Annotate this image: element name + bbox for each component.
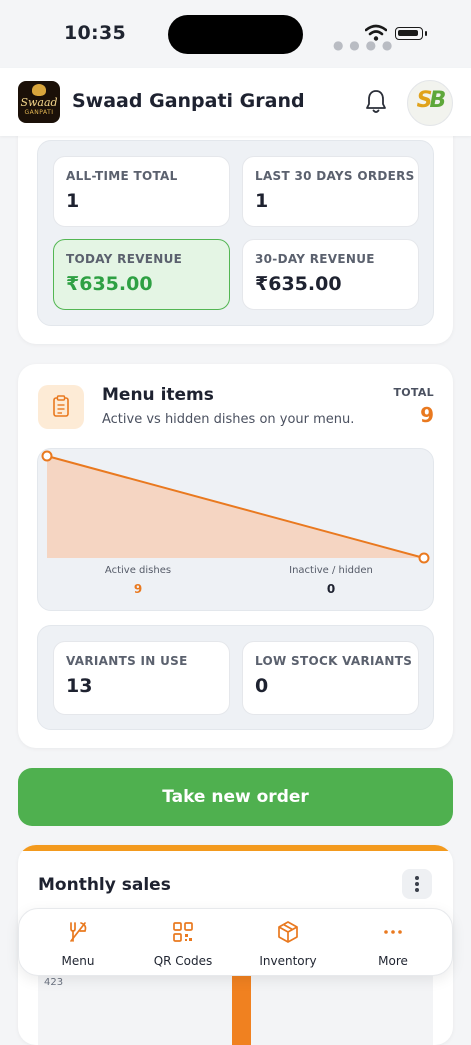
nav-label: Inventory: [259, 954, 317, 968]
stat-30-day-revenue: 30-DAY REVENUE ₹635.00: [242, 239, 419, 310]
value-active-dishes: 9: [133, 582, 143, 596]
nav-qr-codes[interactable]: QR Codes: [133, 909, 233, 975]
app-header: Swaad GANPATI Swaad Ganpati Grand SB: [0, 68, 471, 136]
nav-label: QR Codes: [153, 954, 213, 968]
card-accent-bar: [18, 845, 453, 851]
more-options-icon[interactable]: [402, 869, 432, 899]
notification-bell-icon[interactable]: [364, 89, 388, 115]
sales-bar: [232, 975, 251, 1045]
orders-summary-card: ALL-TIME TOTAL 1 LAST 30 DAYS ORDERS 1 T…: [18, 110, 453, 344]
menu-icon-badge: [38, 385, 84, 429]
total-label: TOTAL: [393, 386, 434, 399]
nav-label: More: [378, 954, 408, 968]
stat-variants-in-use: VARIANTS IN USE 13: [53, 641, 230, 715]
clipboard-icon: [53, 395, 69, 417]
stat-value: 13: [66, 675, 93, 697]
logo-subtext: GANPATI: [24, 109, 54, 116]
stat-today-revenue: TODAY REVENUE ₹635.00: [53, 239, 230, 310]
profile-avatar[interactable]: SB: [407, 80, 453, 126]
nav-more[interactable]: More: [343, 909, 443, 975]
variants-panel: VARIANTS IN USE 13 LOW STOCK VARIANTS 0: [37, 625, 434, 730]
stat-all-time-total: ALL-TIME TOTAL 1: [53, 156, 230, 227]
take-new-order-button[interactable]: Take new order: [18, 768, 453, 826]
stat-label: 30-DAY REVENUE: [255, 252, 375, 266]
stat-label: LOW STOCK VARIANTS: [255, 654, 413, 668]
stat-value: ₹635.00: [255, 273, 342, 295]
monthly-sales-title: Monthly sales: [38, 875, 171, 895]
nav-label: Menu: [61, 954, 95, 968]
menu-items-subtitle: Active vs hidden dishes on your menu.: [102, 412, 355, 427]
fork-knife-icon: [70, 922, 87, 942]
value-inactive-dishes: 0: [326, 582, 336, 596]
bottom-navigation: Menu QR Codes Inventory More: [18, 908, 453, 976]
menu-items-title: Menu items: [102, 385, 214, 405]
total-value: 9: [420, 403, 434, 427]
box-icon: [278, 921, 298, 943]
wifi-icon: [365, 24, 387, 41]
stat-value: 1: [255, 190, 269, 212]
stats-panel: ALL-TIME TOTAL 1 LAST 30 DAYS ORDERS 1 T…: [37, 140, 434, 326]
stat-last-30-days-orders: LAST 30 DAYS ORDERS 1: [242, 156, 419, 227]
stat-low-stock-variants: LOW STOCK VARIANTS 0: [242, 641, 419, 715]
restaurant-name: Swaad Ganpati Grand: [72, 90, 305, 112]
more-dots-icon: [384, 930, 402, 934]
menu-items-card: Menu items Active vs hidden dishes on yo…: [18, 364, 453, 748]
stat-label: LAST 30 DAYS ORDERS: [255, 169, 415, 183]
status-time: 10:35: [64, 22, 126, 44]
chart-point-active: [41, 450, 53, 462]
stat-value: 1: [66, 190, 80, 212]
chart-point-inactive: [418, 552, 430, 564]
x-label-active: Active dishes: [104, 565, 172, 576]
x-label-inactive: Inactive / hidden: [289, 565, 373, 576]
logo-text: Swaad: [20, 96, 58, 109]
battery-icon: [395, 27, 427, 40]
stat-value: ₹635.00: [66, 273, 153, 295]
brand-mark-icon: SB: [416, 88, 447, 113]
restaurant-logo: Swaad GANPATI: [18, 81, 60, 123]
dynamic-island: [168, 15, 303, 54]
menu-items-chart-panel: Active dishes Inactive / hidden 9 0: [37, 448, 434, 611]
stat-label: ALL-TIME TOTAL: [66, 169, 178, 183]
stat-label: VARIANTS IN USE: [66, 654, 188, 668]
ganesh-emblem: [32, 84, 46, 96]
qr-code-icon: [173, 922, 193, 942]
status-bar: 10:35 ● ● ● ●: [0, 0, 471, 68]
y-tick-label: 423: [44, 977, 64, 988]
stat-label: TODAY REVENUE: [66, 252, 183, 266]
nav-inventory[interactable]: Inventory: [238, 909, 338, 975]
stat-value: 0: [255, 675, 269, 697]
nav-menu[interactable]: Menu: [28, 909, 128, 975]
